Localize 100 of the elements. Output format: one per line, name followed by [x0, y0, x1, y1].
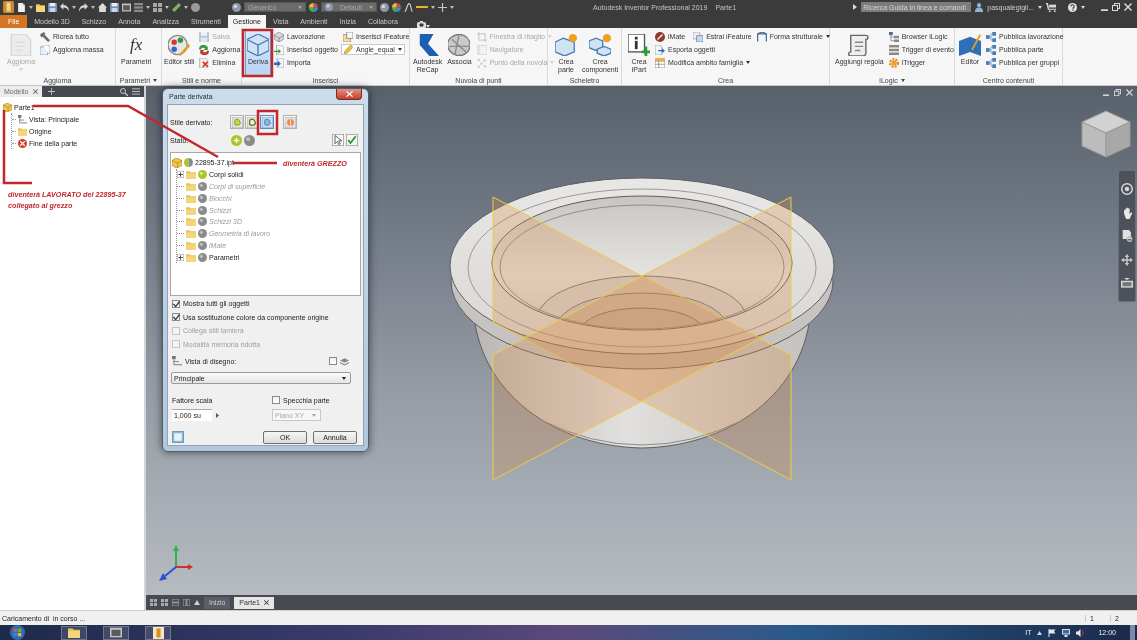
mesh-icon	[448, 34, 471, 56]
search-icon[interactable]	[120, 87, 128, 96]
ball-icon[interactable]	[198, 252, 207, 262]
caret-icon[interactable]	[450, 5, 454, 9]
panel-icon	[476, 44, 487, 55]
caret-icon[interactable]	[900, 79, 905, 82]
arrow-icon[interactable]	[216, 412, 219, 418]
new-file-icon[interactable]	[17, 2, 26, 12]
cart-icon[interactable]	[1046, 2, 1056, 12]
plus-icon[interactable]	[438, 2, 447, 12]
caret-icon[interactable]	[431, 5, 435, 9]
share-icon	[986, 57, 996, 68]
check-icon[interactable]	[346, 134, 358, 146]
caret-icon[interactable]	[91, 5, 95, 9]
restore-icon[interactable]	[1112, 3, 1120, 11]
view-cube[interactable]	[1081, 110, 1131, 158]
caret-icon[interactable]	[1081, 5, 1085, 9]
documents-icon	[40, 44, 51, 55]
axis-triad	[159, 545, 193, 581]
window-icon[interactable]	[110, 627, 122, 638]
hierarchy-icon	[172, 356, 182, 366]
plus-icon[interactable]	[47, 88, 55, 95]
list-icon	[888, 44, 899, 55]
caret-icon	[19, 67, 23, 71]
caret-icon[interactable]	[194, 600, 200, 605]
four-arrows-icon[interactable]	[1121, 254, 1133, 267]
close-icon[interactable]	[263, 600, 269, 605]
rows-icon[interactable]	[172, 599, 179, 606]
cursor-icon[interactable]	[332, 134, 344, 146]
checkbox[interactable]	[272, 396, 280, 404]
folder-icon[interactable]	[68, 627, 80, 638]
book-icon[interactable]	[172, 431, 184, 443]
zoom-icon[interactable]	[1121, 230, 1133, 243]
checkbox[interactable]	[172, 299, 180, 308]
restore-icon[interactable]	[1114, 89, 1121, 96]
delete-icon	[199, 57, 210, 68]
help-icon[interactable]	[1068, 2, 1077, 12]
save-icon	[199, 31, 210, 42]
part-icon	[3, 102, 12, 112]
save-icon[interactable]	[110, 2, 119, 12]
exclude-icon[interactable]	[244, 134, 255, 146]
caret-icon[interactable]	[146, 5, 150, 9]
squiggle-icon[interactable]	[404, 2, 413, 12]
flag-icon[interactable]	[1048, 628, 1057, 637]
screen-icon[interactable]	[1121, 278, 1133, 290]
sphere-icon[interactable]	[232, 2, 241, 12]
slashed-circle-icon	[655, 31, 665, 42]
volume-icon[interactable]	[1076, 628, 1085, 637]
caret-icon	[746, 61, 751, 64]
close-icon[interactable]	[1126, 89, 1133, 96]
app-icon[interactable]	[152, 626, 164, 639]
tile-icon[interactable]	[150, 599, 157, 606]
folder-icon	[186, 170, 196, 180]
save-icon[interactable]	[48, 2, 57, 12]
color-wheel-icon[interactable]	[309, 2, 318, 12]
ruler-icon[interactable]	[172, 2, 181, 12]
highlight-frame	[241, 28, 274, 78]
expand-icon[interactable]	[177, 171, 184, 179]
checkbox[interactable]	[329, 357, 337, 365]
list-icon[interactable]	[134, 2, 143, 12]
hammer-icon	[40, 31, 51, 42]
stop-icon	[18, 138, 27, 148]
camera-icon[interactable]	[416, 21, 426, 28]
sphere-icon[interactable]	[380, 2, 389, 12]
caret-icon[interactable]	[153, 79, 158, 82]
redo-icon[interactable]	[79, 2, 88, 12]
start-button[interactable]	[10, 625, 25, 640]
arrow-icon[interactable]	[853, 4, 858, 10]
grid-icon[interactable]	[161, 599, 168, 606]
close-icon[interactable]	[1124, 3, 1132, 11]
expand-icon[interactable]	[177, 253, 184, 261]
caret-icon[interactable]	[165, 5, 169, 9]
home-icon[interactable]	[98, 2, 107, 12]
caret-icon[interactable]	[72, 5, 76, 9]
info-icon	[628, 34, 650, 56]
steering-wheel-icon[interactable]	[1121, 182, 1133, 195]
caret-icon[interactable]	[1038, 5, 1042, 9]
derive-style-button[interactable]	[260, 115, 274, 129]
caret-icon[interactable]	[1037, 630, 1043, 635]
tree-icon	[888, 31, 899, 42]
folder-icon	[186, 240, 196, 250]
open-folder-icon[interactable]	[36, 2, 45, 12]
close-icon[interactable]	[32, 89, 38, 94]
grid-icon[interactable]	[153, 2, 162, 12]
highlight-frame	[256, 109, 279, 136]
folder-icon	[186, 252, 196, 262]
menu-icon[interactable]	[132, 88, 140, 95]
columns-icon[interactable]	[183, 599, 190, 606]
color-wheel-icon[interactable]	[392, 2, 401, 12]
close-button[interactable]	[336, 89, 362, 100]
dot-icon[interactable]	[191, 2, 200, 12]
layers-icon[interactable]	[340, 356, 349, 366]
caret-icon[interactable]	[29, 5, 33, 9]
checkbox[interactable]	[172, 313, 180, 322]
pan-icon[interactable]	[1121, 206, 1133, 219]
document-arrow-icon	[655, 44, 665, 55]
window-icon[interactable]	[122, 2, 131, 12]
caret-icon[interactable]	[184, 5, 188, 9]
network-icon[interactable]	[1062, 628, 1071, 637]
undo-icon[interactable]	[60, 2, 69, 12]
